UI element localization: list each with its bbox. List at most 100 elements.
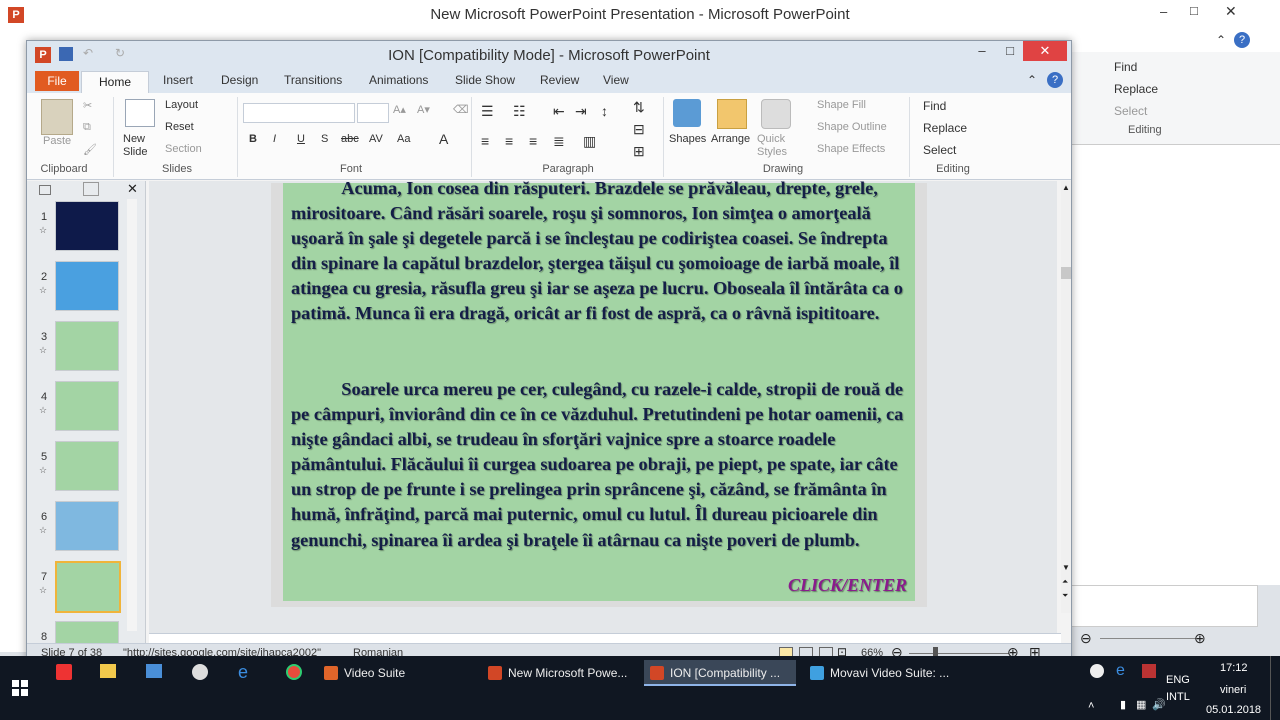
next-slide-icon[interactable]: ⏷ <box>1062 591 1068 601</box>
close-panel-icon[interactable]: ✕ <box>127 181 138 197</box>
scroll-down-icon[interactable]: ▼ <box>1062 563 1070 572</box>
shapes-button[interactable]: Shapes <box>669 133 706 145</box>
battery-icon[interactable]: ▮ <box>1120 698 1126 711</box>
shapes-icon[interactable] <box>673 99 701 127</box>
previous-slide-icon[interactable]: ⏶ <box>1062 577 1068 587</box>
new-slide-button[interactable]: New Slide <box>123 133 163 159</box>
arrange-button[interactable]: Arrange <box>711 133 750 145</box>
align-right-icon[interactable]: ≡ <box>529 133 537 149</box>
slide-thumbnail[interactable] <box>55 381 119 431</box>
columns-icon[interactable]: ▥ <box>583 133 596 150</box>
tab-animations[interactable]: Animations <box>369 73 428 87</box>
bullets-icon[interactable]: ☰ <box>481 103 494 120</box>
bg-ribbon-collapse-icon[interactable]: ⌃ <box>1216 33 1226 47</box>
help-icon[interactable]: ? <box>1047 72 1063 88</box>
character-spacing-button[interactable]: AV <box>369 133 383 145</box>
slide-thumbnail[interactable] <box>55 561 121 613</box>
bg-zoom-out-icon[interactable]: ⊖ <box>1080 630 1092 647</box>
paragraph-2[interactable]: Soarele urca mereu pe cer, culegând, cu … <box>291 377 913 553</box>
bg-replace-button[interactable]: Replace <box>1114 82 1158 96</box>
clear-formatting-icon[interactable]: ⌫ <box>453 103 469 116</box>
tab-insert[interactable]: Insert <box>163 73 193 87</box>
arrange-icon[interactable] <box>717 99 747 129</box>
bg-maximize-button[interactable]: □ <box>1190 3 1198 18</box>
paste-icon[interactable] <box>41 99 73 135</box>
shape-effects-button[interactable]: Shape Effects <box>817 143 885 155</box>
taskbar-task[interactable]: ION [Compatibility ... <box>644 660 796 686</box>
network-icon[interactable]: ▦ <box>1136 698 1146 711</box>
bold-button[interactable]: B <box>249 133 257 145</box>
font-name-combobox[interactable] <box>243 103 355 123</box>
tray-chevron-icon[interactable]: ˄ <box>1088 700 1094 712</box>
replace-button[interactable]: Replace <box>923 121 967 135</box>
font-size-combobox[interactable] <box>357 103 389 123</box>
tab-review[interactable]: Review <box>540 73 579 87</box>
maximize-button[interactable]: □ <box>995 41 1025 61</box>
quick-styles-button[interactable]: Quick Styles <box>757 133 797 159</box>
ribbon-collapse-icon[interactable]: ⌃ <box>1027 73 1037 87</box>
align-left-icon[interactable]: ≡ <box>481 133 489 149</box>
tab-view[interactable]: View <box>603 73 629 87</box>
clock-date[interactable]: 05.01.2018 <box>1206 704 1261 716</box>
numbering-icon[interactable]: ☷ <box>513 103 526 120</box>
bg-close-button[interactable]: ✕ <box>1225 3 1237 20</box>
shape-outline-button[interactable]: Shape Outline <box>817 121 887 133</box>
show-desktop-button[interactable] <box>1270 656 1280 720</box>
change-case-button[interactable]: Aa <box>397 133 410 145</box>
opera-icon[interactable] <box>56 664 72 680</box>
find-button[interactable]: Find <box>923 99 946 113</box>
reset-button[interactable]: Reset <box>165 121 194 133</box>
paragraph-1[interactable]: Acuma, Ion cosea din răsputeri. Brazdele… <box>291 176 913 327</box>
format-painter-icon[interactable]: 🖌 <box>83 143 97 156</box>
taskbar-task[interactable]: New Microsoft Powe... <box>482 660 640 686</box>
clock-day[interactable]: vineri <box>1220 684 1246 696</box>
slide-canvas[interactable]: Acuma, Ion cosea din răsputeri. Brazdele… <box>283 178 915 601</box>
slide-thumbnail[interactable] <box>55 321 119 371</box>
shrink-font-icon[interactable]: A▾ <box>417 103 430 116</box>
internet-explorer-icon[interactable]: e <box>238 662 248 683</box>
strikethrough-button[interactable]: abc <box>341 133 359 145</box>
scroll-thumb[interactable] <box>1061 267 1071 279</box>
italic-button[interactable]: I <box>273 133 276 145</box>
select-button[interactable]: Select <box>923 143 956 157</box>
smartart-icon[interactable]: ⊞ <box>633 143 645 160</box>
shape-fill-button[interactable]: Shape Fill <box>817 99 866 111</box>
section-button[interactable]: Section <box>165 143 202 155</box>
background-notes-pane[interactable] <box>1066 585 1258 627</box>
scroll-up-icon[interactable]: ▲ <box>1062 183 1070 192</box>
layout-button[interactable]: Layout <box>165 99 198 111</box>
text-direction-icon[interactable]: ⇅ <box>633 99 645 116</box>
panel-scrollbar[interactable] <box>127 199 137 631</box>
minimize-button[interactable]: – <box>967 41 997 61</box>
taskbar-task[interactable]: Movavi Video Suite: ... <box>804 660 956 686</box>
indent-icon[interactable]: ⇤ <box>553 103 565 120</box>
slide-thumbnail[interactable] <box>55 441 119 491</box>
font-color-button[interactable]: A <box>439 131 448 147</box>
quick-styles-icon[interactable] <box>761 99 791 129</box>
underline-button[interactable]: U <box>297 133 305 145</box>
bg-zoom-slider[interactable] <box>1100 638 1200 639</box>
outdent-icon[interactable]: ⇥ <box>575 103 587 120</box>
input-language[interactable]: ENG <box>1166 674 1190 686</box>
align-text-icon[interactable]: ⊟ <box>633 121 645 138</box>
new-slide-icon[interactable] <box>125 99 155 127</box>
store-icon[interactable] <box>146 664 162 678</box>
copy-icon[interactable]: ⧉ <box>83 121 91 134</box>
slides-tab-icon[interactable] <box>39 185 51 195</box>
tray-ie-icon[interactable]: e <box>1116 662 1130 679</box>
outline-tab-icon[interactable] <box>83 182 99 196</box>
tray-app-icon[interactable] <box>1090 664 1104 678</box>
line-spacing-icon[interactable]: ↕ <box>601 103 608 119</box>
tab-design[interactable]: Design <box>221 73 258 87</box>
file-explorer-icon[interactable] <box>100 664 116 678</box>
close-button[interactable]: ✕ <box>1023 41 1067 61</box>
zoom-slider[interactable] <box>909 653 1009 654</box>
volume-icon[interactable]: 🔊 <box>1152 698 1166 711</box>
bg-find-button[interactable]: Find <box>1114 60 1137 74</box>
editor-scrollbar[interactable]: ▲ ▼ ⏶ ⏷ <box>1061 181 1071 613</box>
cut-icon[interactable]: ✂ <box>83 99 92 112</box>
slide-thumbnail[interactable] <box>55 501 119 551</box>
justify-icon[interactable]: ≣ <box>553 133 565 150</box>
tray-recorder-icon[interactable] <box>1142 664 1156 678</box>
paste-button[interactable]: Paste <box>43 135 71 147</box>
